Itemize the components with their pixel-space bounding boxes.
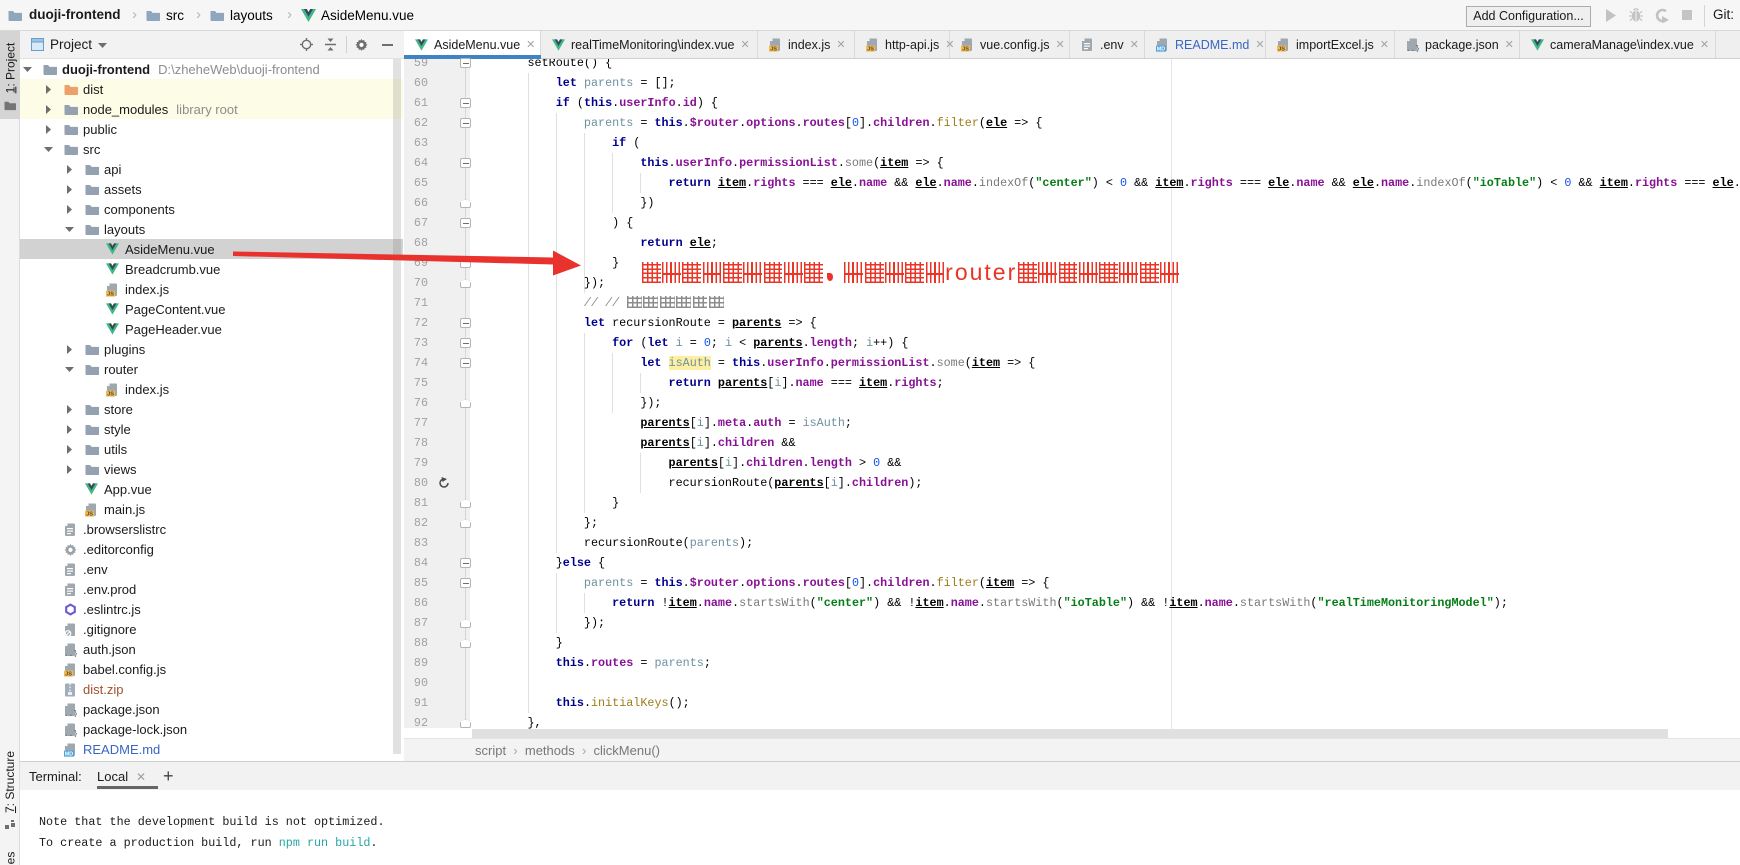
svg-text:{..}: {..} — [64, 730, 77, 737]
svg-text:JS: JS — [770, 46, 777, 51]
svg-text:JS: JS — [65, 672, 72, 677]
svg-text:JS: JS — [107, 292, 114, 297]
svg-text:{..}: {..} — [1406, 45, 1419, 52]
svg-text:JS: JS — [1278, 46, 1285, 51]
svg-text:MD: MD — [1157, 46, 1165, 51]
svg-text:{..}: {..} — [64, 650, 77, 657]
svg-text:JS: JS — [867, 46, 874, 51]
svg-text:JS: JS — [86, 512, 93, 517]
svg-text:JS: JS — [962, 46, 969, 51]
svg-text:JS: JS — [107, 392, 114, 397]
svg-text:{..}: {..} — [64, 710, 77, 717]
svg-text:MD: MD — [65, 752, 73, 757]
